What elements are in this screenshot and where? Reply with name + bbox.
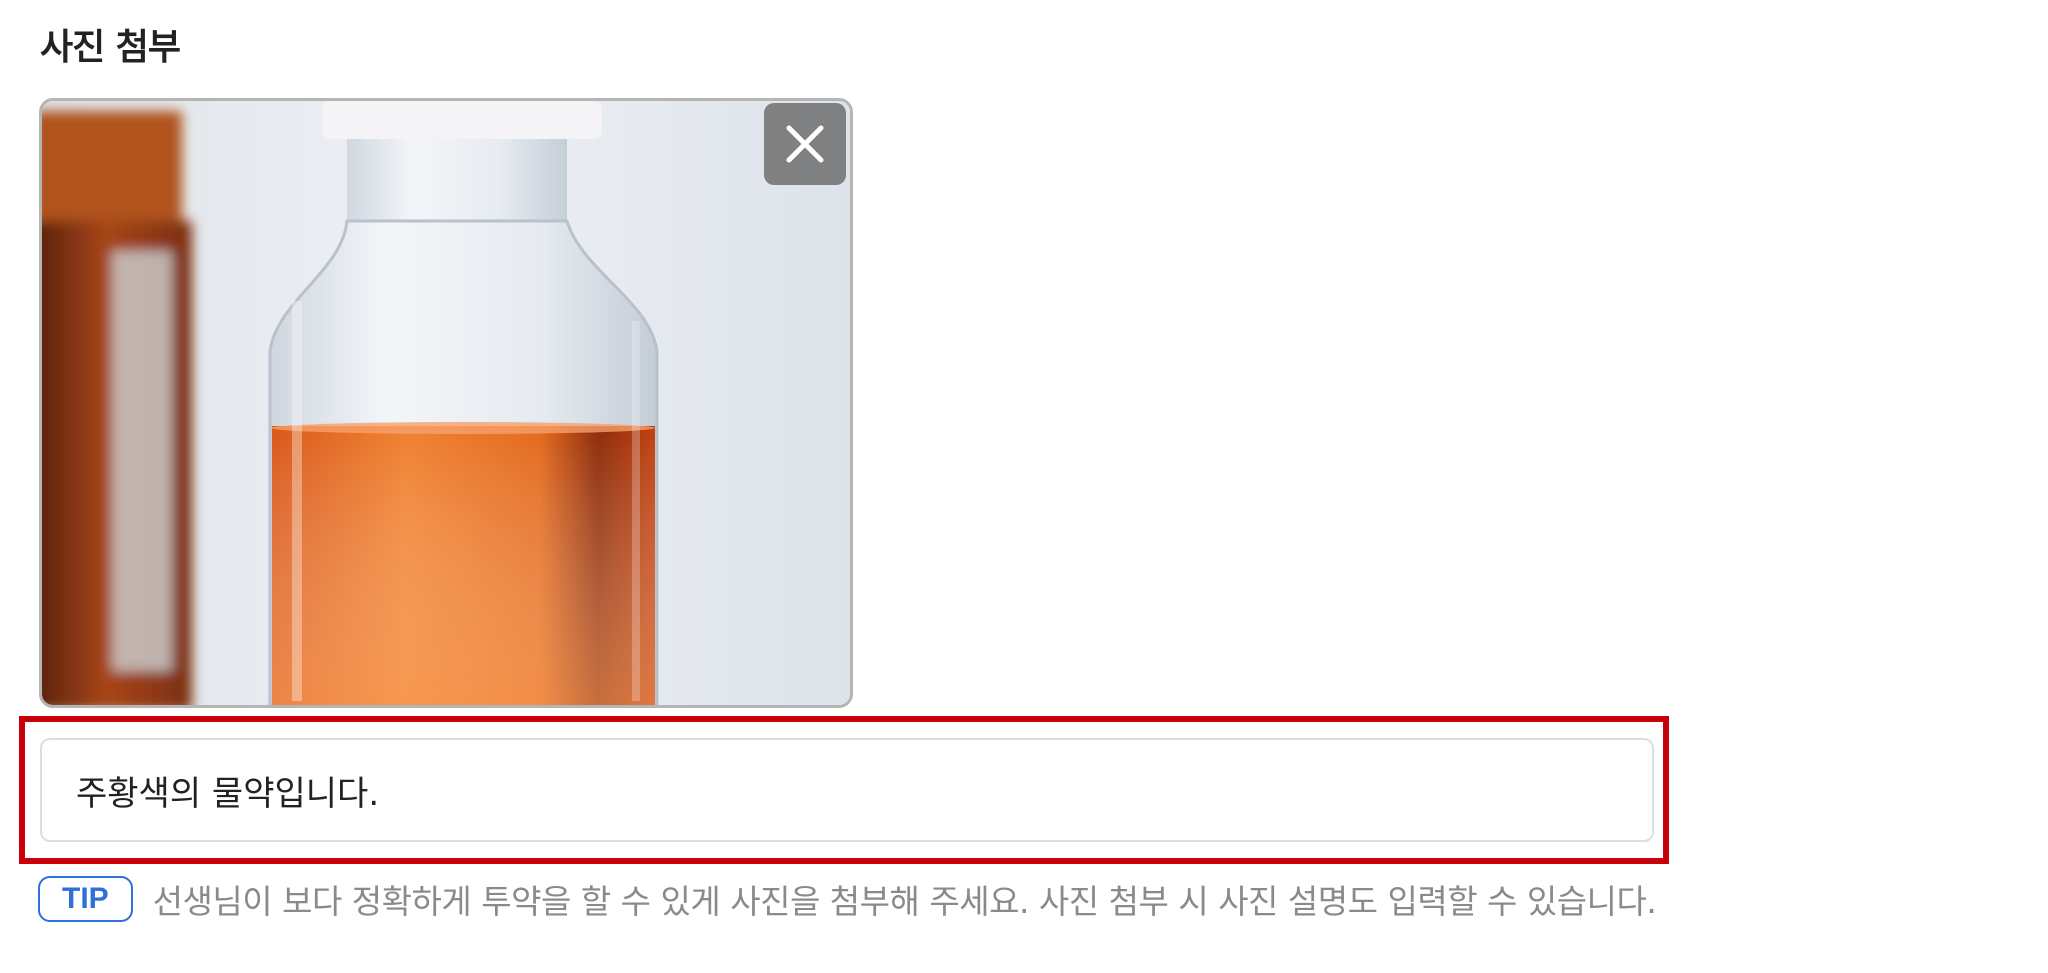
remove-photo-button[interactable] xyxy=(764,103,846,185)
attached-photo xyxy=(39,98,853,708)
photo-description-input[interactable] xyxy=(40,738,1654,842)
tip-badge: TIP xyxy=(38,876,133,922)
tip-row: TIP 선생님이 보다 정확하게 투약을 할 수 있게 사진을 첨부해 주세요.… xyxy=(38,874,1657,924)
close-icon xyxy=(786,125,824,163)
medicine-bottle-image xyxy=(42,101,850,705)
section-title: 사진 첨부 xyxy=(40,27,181,68)
tip-text: 선생님이 보다 정확하게 투약을 할 수 있게 사진을 첨부해 주세요. 사진 … xyxy=(152,882,1657,921)
